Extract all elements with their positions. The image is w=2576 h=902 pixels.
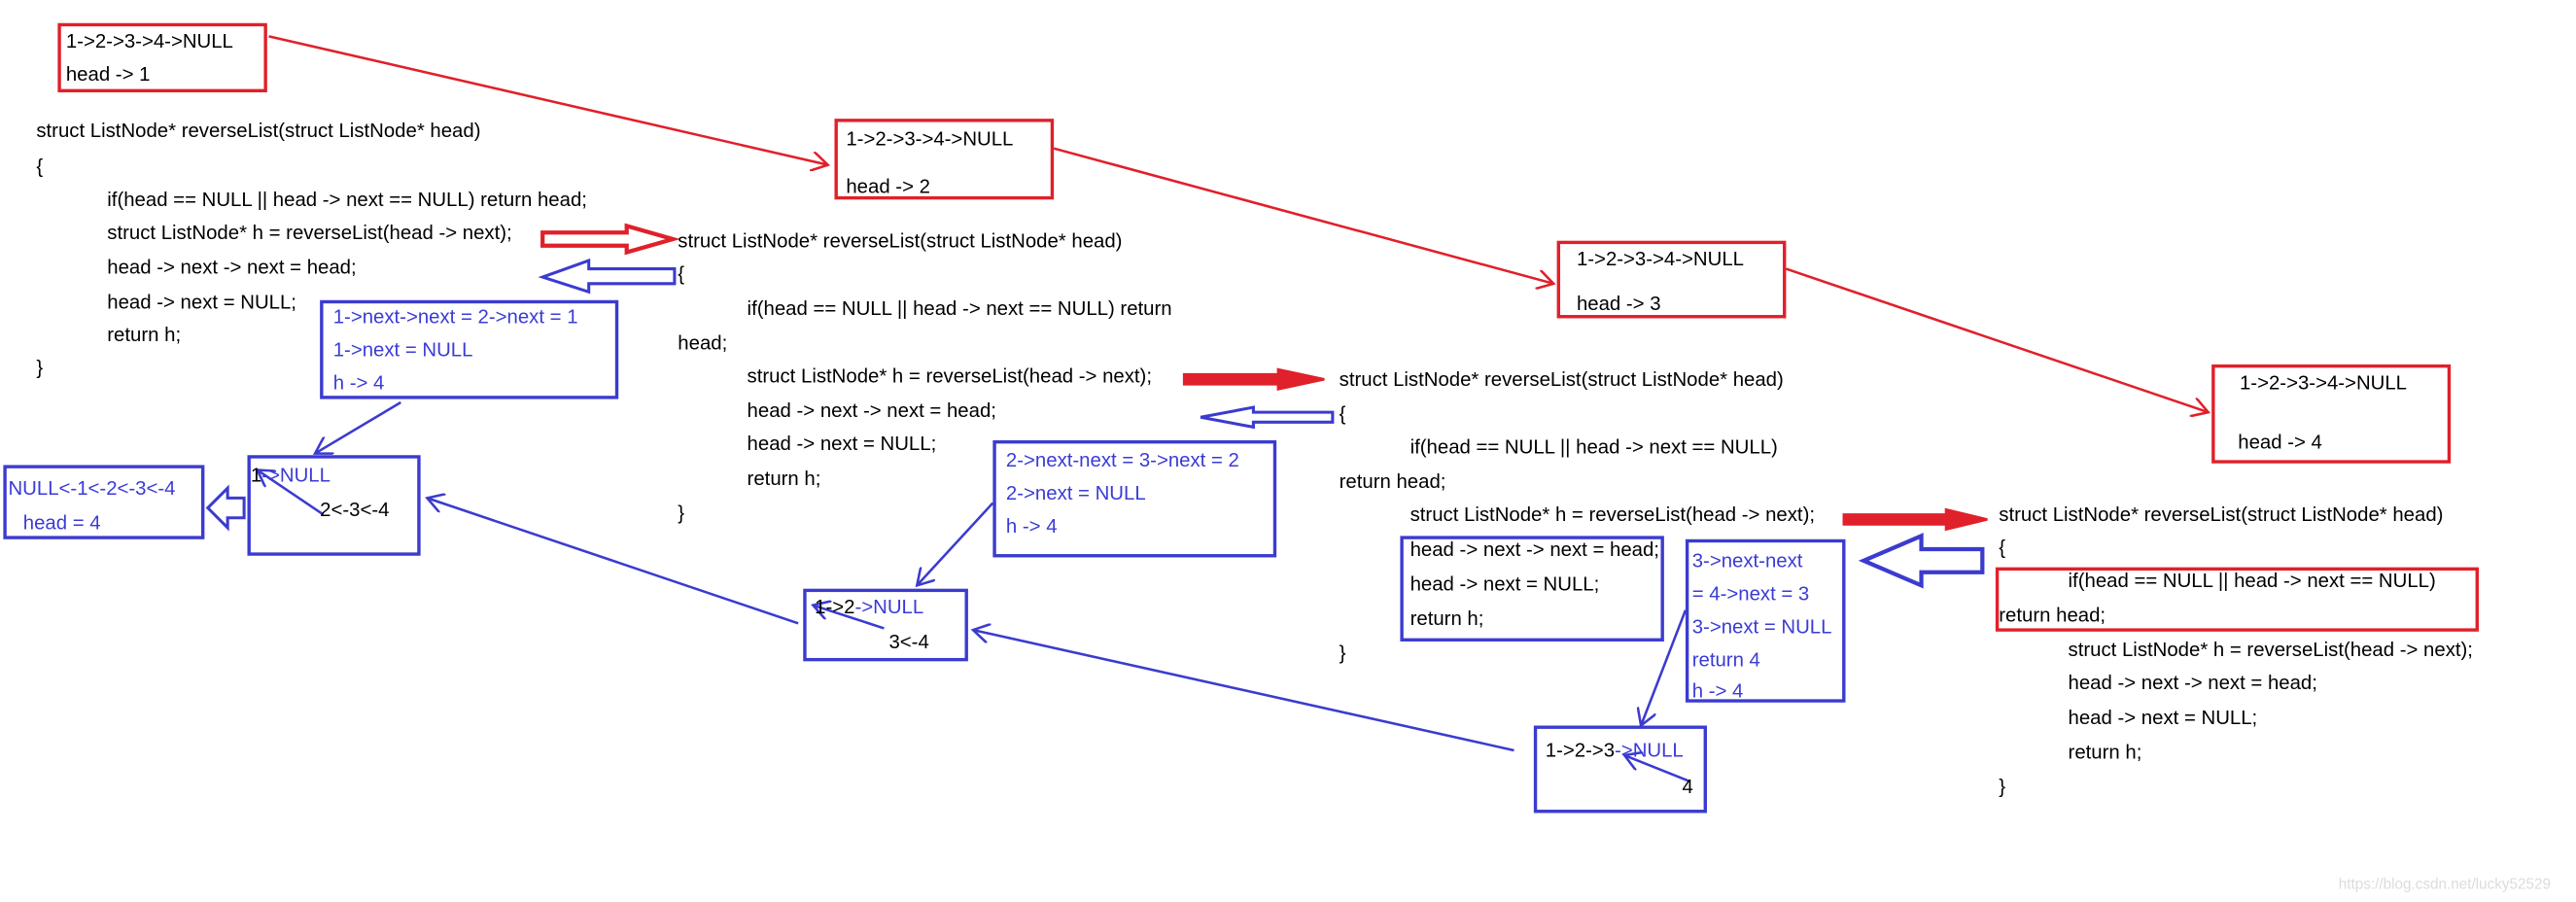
code-line: head -> next -> next = head; xyxy=(2068,671,2317,695)
frame-list: 1->2->3->4->NULL xyxy=(1576,247,1744,271)
code-line: if(head == NULL || head -> next == NULL)… xyxy=(747,296,1172,321)
hollow-arrow-2 xyxy=(1200,405,1335,430)
note-box-2: 2->next-next = 3->next = 2 2->next = NUL… xyxy=(992,439,1277,558)
code-line: if(head == NULL || head -> next == NULL) xyxy=(2068,569,2436,593)
frame-box-4: 1->2->3->4->NULL head -> 4 xyxy=(2211,364,2452,464)
result-node: 1->2 xyxy=(815,595,855,619)
result-node: 1->2->3 xyxy=(1545,739,1616,762)
result-box-2: 1->2->NULL 3<-4 xyxy=(803,588,968,662)
final-result-box: NULL<-1<-2<-3<-4 head = 4 xyxy=(3,465,205,539)
result-line: NULL<-1<-2<-3<-4 xyxy=(8,476,176,501)
frame-list: 1->2->3->4->NULL xyxy=(2239,370,2408,395)
code-line: head -> next = NULL; xyxy=(2068,706,2258,729)
code-line: return h; xyxy=(747,467,821,490)
frame-box-3: 1->2->3->4->NULL head -> 3 xyxy=(1556,240,1787,319)
note-line: return 4 xyxy=(1691,647,1760,672)
code-line: { xyxy=(36,155,44,179)
hollow-arrow-1 xyxy=(538,258,677,295)
code-line: { xyxy=(678,261,685,286)
note-box-1: 1->next->next = 2->next = 1 1->next = NU… xyxy=(320,299,619,399)
recursion-diagram: 1->2->3->4->NULL head -> 1 1->2->3->4->N… xyxy=(0,0,2576,902)
code-line: if(head == NULL || head -> next == NULL) xyxy=(1410,434,1778,459)
code-line: head -> next = NULL; xyxy=(747,432,937,456)
code-line: } xyxy=(678,501,685,525)
code-line: struct ListNode* reverseList(struct List… xyxy=(1999,503,2444,527)
fat-arrow-1 xyxy=(540,223,680,256)
code-line: head -> next -> next = head; xyxy=(1410,538,1659,561)
hollow-arrow-final xyxy=(205,484,246,532)
fat-arrow-3 xyxy=(1842,507,1988,532)
frame-head: head -> 4 xyxy=(2238,430,2322,454)
frame-head: head -> 3 xyxy=(1576,292,1661,316)
code-line: } xyxy=(36,356,44,380)
call-arrow-3 xyxy=(1786,267,2208,413)
code-line: struct ListNode* h = reverseList(head ->… xyxy=(1410,503,1816,527)
code-line: head -> next = NULL; xyxy=(107,290,296,314)
result-null: ->NULL xyxy=(261,463,331,487)
note-line: 1->next = NULL xyxy=(332,337,473,362)
code-line: { xyxy=(1999,536,2006,560)
note-line: h -> 4 xyxy=(1005,514,1058,538)
result-null: ->NULL xyxy=(1615,739,1684,762)
code-line: return h; xyxy=(107,323,182,347)
frame-head: head -> 1 xyxy=(65,62,151,87)
call-arrow-2 xyxy=(1053,147,1553,284)
code-line: struct ListNode* reverseList(struct List… xyxy=(1339,367,1784,392)
result-null: ->NULL xyxy=(854,595,924,619)
code-line: return h; xyxy=(2068,740,2142,764)
hollow-arrow-3 xyxy=(1858,533,1985,589)
result-box-3: 1->2->3->NULL 4 xyxy=(1533,725,1707,814)
note-line: h -> 4 xyxy=(332,370,385,395)
note-box-3: 3->next-next = 4->next = 3 3->next = NUL… xyxy=(1685,538,1846,703)
note-line: h -> 4 xyxy=(1691,678,1744,703)
frame-list: 1->2->3->4->NULL xyxy=(846,126,1014,151)
call-arrow-1 xyxy=(268,35,828,164)
code-line: } xyxy=(1339,641,1346,665)
code-line: } xyxy=(1999,775,2006,799)
code-line: struct ListNode* h = reverseList(head ->… xyxy=(107,221,512,245)
code-line: head -> next -> next = head; xyxy=(107,255,357,279)
code-line: return h; xyxy=(1410,607,1484,631)
frame-head: head -> 2 xyxy=(846,174,930,198)
code-line: struct ListNode* h = reverseList(head ->… xyxy=(2068,638,2473,662)
result-line: 3<-4 xyxy=(888,630,929,653)
frame-box-1: 1->2->3->4->NULL head -> 1 xyxy=(57,22,267,93)
result-node: 1 xyxy=(250,463,262,487)
note-line: 2->next-next = 3->next = 2 xyxy=(1005,448,1239,472)
note-line: = 4->next = 3 xyxy=(1691,581,1810,606)
watermark: https://blog.csdn.net/lucky52529 xyxy=(2338,875,2551,892)
code-line: if(head == NULL || head -> next == NULL)… xyxy=(107,188,587,212)
result-line: 4 xyxy=(1682,775,1693,799)
code-line: return head; xyxy=(1339,469,1446,494)
code-line: struct ListNode* reverseList(struct List… xyxy=(678,228,1123,253)
code-line: struct ListNode* reverseList(struct List… xyxy=(36,119,481,142)
note-line: 3->next-next xyxy=(1691,548,1803,572)
code-line: head; xyxy=(678,331,728,355)
fat-arrow-2 xyxy=(1182,367,1325,391)
code-line: head -> next = NULL; xyxy=(1410,572,1600,596)
note-line: 1->next->next = 2->next = 1 xyxy=(332,304,578,329)
code-line: return head; xyxy=(1999,603,2106,627)
result-line: 2<-3<-4 xyxy=(320,498,390,522)
result-line: head = 4 xyxy=(22,510,101,535)
note-line: 2->next = NULL xyxy=(1005,481,1146,505)
note-line: 3->next = NULL xyxy=(1691,614,1832,639)
code-line: { xyxy=(1339,401,1346,426)
code-line: head -> next -> next = head; xyxy=(747,399,996,423)
code-line: struct ListNode* h = reverseList(head ->… xyxy=(747,364,1152,388)
frame-list: 1->2->3->4->NULL xyxy=(65,29,233,53)
result-box-1: 1->NULL 2<-3<-4 xyxy=(247,455,421,556)
frame-box-2: 1->2->3->4->NULL head -> 2 xyxy=(834,119,1055,200)
